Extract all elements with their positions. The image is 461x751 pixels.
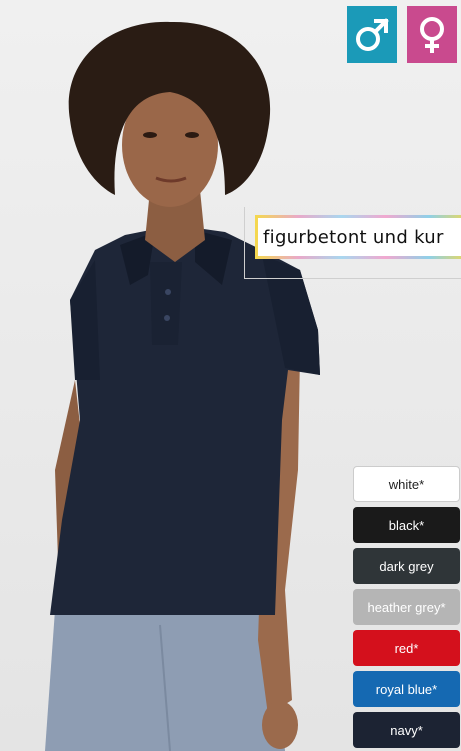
color-swatch-list: white* black* dark grey heather grey* re… xyxy=(353,466,460,751)
color-swatch-black[interactable]: black* xyxy=(353,507,460,543)
color-swatch-heather-grey[interactable]: heather grey* xyxy=(353,589,460,625)
male-symbol-icon xyxy=(356,17,389,51)
color-swatch-navy[interactable]: navy* xyxy=(353,712,460,748)
color-swatch-dark-grey[interactable]: dark grey xyxy=(353,548,460,584)
color-swatch-label: royal blue* xyxy=(375,681,438,697)
feature-callout: figurbetont und kur xyxy=(244,207,461,279)
female-filter-button[interactable] xyxy=(407,6,457,63)
feature-callout-text: figurbetont und kur xyxy=(258,218,461,256)
color-swatch-label: heather grey* xyxy=(367,599,446,615)
color-swatch-label: black* xyxy=(388,517,425,533)
color-swatch-white[interactable]: white* xyxy=(353,466,460,502)
male-filter-button[interactable] xyxy=(347,6,397,63)
color-swatch-royal-blue[interactable]: royal blue* xyxy=(353,671,460,707)
female-symbol-icon xyxy=(420,16,444,53)
color-swatch-label: white* xyxy=(388,476,425,492)
color-swatch-label: navy* xyxy=(390,722,423,738)
feature-callout-frame: figurbetont und kur xyxy=(255,215,461,259)
product-page: figurbetont und kur white* black* dark g… xyxy=(0,0,461,751)
color-swatch-red[interactable]: red* xyxy=(353,630,460,666)
color-swatch-label: red* xyxy=(394,640,419,656)
color-swatch-label: dark grey xyxy=(379,558,434,574)
